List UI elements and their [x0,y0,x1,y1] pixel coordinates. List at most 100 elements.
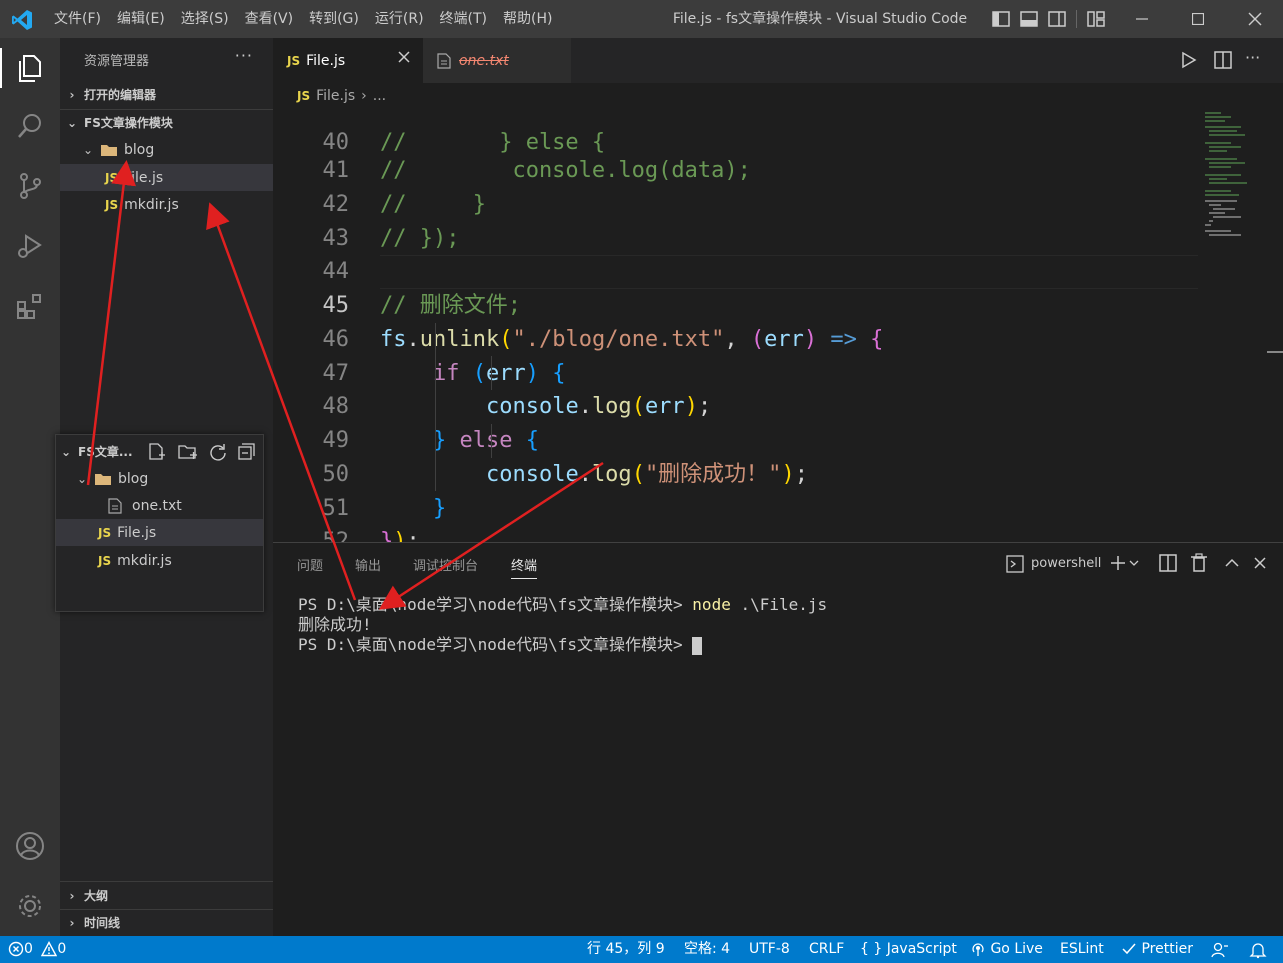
menu-edit[interactable]: 编辑(E) [109,0,173,38]
go-live-button[interactable]: Go Live [970,936,1043,963]
braces-icon: { } [860,941,883,957]
account-icon[interactable] [12,828,48,864]
run-debug-icon[interactable] [12,228,48,264]
toggle-secondary-sidebar-icon[interactable] [1048,11,1066,27]
settings-gear-icon[interactable] [12,888,48,924]
tree-item-file-js[interactable]: JS File.js [60,164,273,191]
timeline-section[interactable]: › 时间线 [60,909,273,936]
minimize-button[interactable] [1117,0,1167,38]
folder-section[interactable]: ⌄ FS文章操作模块 [60,109,273,136]
indent-guide [491,424,492,458]
tree-item-label: one.txt [132,497,182,514]
snippet-tree-item-blog: ⌄ blog [56,465,263,492]
run-file-icon[interactable] [1181,51,1197,69]
collapse-all-icon [238,443,256,461]
menu-bar: 文件(F) 编辑(E) 选择(S) 查看(V) 转到(G) 运行(R) 终端(T… [46,0,560,38]
breadcrumb-more[interactable]: ... [373,88,386,104]
split-editor-icon[interactable] [1214,51,1232,69]
timeline-label: 时间线 [84,916,121,930]
status-bar: 0 0 行 45，列 9 空格: 4 UTF-8 CRLF { } JavaSc… [0,936,1283,963]
code-text: }); [380,529,420,542]
cursor-position[interactable]: 行 45，列 9 [587,936,665,963]
tree-item-mkdir-js[interactable]: JS mkdir.js [60,191,273,218]
line-number: 52 [322,529,350,542]
eslint-status[interactable]: ESLint [1060,936,1104,963]
extensions-icon[interactable] [12,288,48,324]
tree-item-label: File.js [124,169,164,186]
text-file-icon [437,52,451,69]
prettier-label: Prettier [1141,941,1193,957]
menu-file[interactable]: 文件(F) [46,0,109,38]
go-live-label: Go Live [990,941,1043,957]
menu-help[interactable]: 帮助(H) [495,0,560,38]
outline-label: 大纲 [84,889,109,903]
notifications-bell-icon[interactable] [1249,941,1267,959]
problems-status[interactable]: 0 0 [8,936,66,963]
folder-open-icon [100,143,118,157]
toggle-sidebar-icon[interactable] [992,11,1010,27]
new-file-icon [148,443,166,461]
menu-terminal[interactable]: 终端(T) [432,0,495,38]
search-icon[interactable] [12,108,48,144]
code-editor[interactable]: 40// } else { 41// console.log(data); 42… [273,109,1283,542]
menu-go[interactable]: 转到(G) [301,0,367,38]
more-actions-icon[interactable]: ··· [235,46,253,65]
open-editors-section[interactable]: › 打开的编辑器 [60,81,273,108]
indentation[interactable]: 空格: 4 [684,936,730,963]
tree-item-blog[interactable]: ⌄ blog [60,136,273,163]
customize-layout-icon[interactable] [1087,11,1105,27]
editor-more-icon[interactable]: ··· [1245,48,1260,67]
chevron-right-icon: › [69,915,75,930]
terminal-area[interactable] [273,543,1283,937]
js-file-icon: JS [105,197,119,212]
vscode-logo-icon [10,8,34,32]
indent-guide [435,323,436,491]
tree-item-label: blog [124,141,155,158]
code-line: 45// 删除文件; [273,255,1203,318]
explorer-icon[interactable] [12,50,48,86]
minimap[interactable] [1201,109,1271,249]
breadcrumb: JS File.js › ... [273,83,1283,109]
tab-label: one.txt [459,52,509,69]
outline-section[interactable]: › 大纲 [60,882,273,909]
js-file-icon: JS [105,170,119,185]
toggle-panel-icon[interactable] [1020,11,1038,27]
warning-count: 0 [57,941,67,957]
code-line: 50 console.log("删除成功！"); [273,424,1203,487]
language-mode[interactable]: { } JavaScript [860,936,957,963]
feedback-icon[interactable] [1211,941,1229,959]
snippet-tree-item-file-js: JS File.js [56,519,263,546]
explorer-snippet-overlay: ⌄ FS文章... ⌄ blog one.txt JS File.js JS m… [55,434,264,612]
chevron-right-icon: › [69,888,75,903]
menu-view[interactable]: 查看(V) [237,0,302,38]
encoding[interactable]: UTF-8 [749,936,790,963]
prettier-status[interactable]: Prettier [1121,936,1193,963]
snippet-section-label: FS文章... [78,445,133,459]
active-indicator [0,48,2,88]
menu-selection[interactable]: 选择(S) [173,0,237,38]
js-file-icon: JS [98,525,112,540]
close-window-button[interactable] [1230,0,1280,38]
tree-item-label: File.js [117,524,157,541]
close-tab-icon[interactable] [397,50,411,64]
code-line: 47 if (err) { [273,323,1203,386]
tab-one-txt[interactable]: one.txt [423,38,571,83]
breadcrumb-file[interactable]: File.js [316,88,355,104]
warning-icon [41,941,58,957]
check-double-icon [1121,941,1137,957]
code-line: 48 console.log(err); [273,356,1203,419]
maximize-button[interactable] [1173,0,1223,38]
language-label: JavaScript [886,941,957,957]
bottom-panel: 问题 输出 调试控制台 终端 powershell PS D:\桌面\node学… [273,542,1283,936]
editor-tab-bar: JS File.js one.txt ··· [273,38,1283,83]
chevron-right-icon: › [69,87,75,102]
source-control-icon[interactable] [12,168,48,204]
code-line: 51 } [273,458,1203,521]
tab-file-js[interactable]: JS File.js [273,38,423,83]
scrollbar-marker [1267,351,1283,353]
window-title: File.js - fs文章操作模块 - Visual Studio Code [672,11,968,27]
menu-run[interactable]: 运行(R) [367,0,432,38]
code-line: 46 fs.unlink("./blog/one.txt", (err) => { [273,289,1203,352]
end-of-line[interactable]: CRLF [809,936,844,963]
broadcast-icon [970,941,986,957]
